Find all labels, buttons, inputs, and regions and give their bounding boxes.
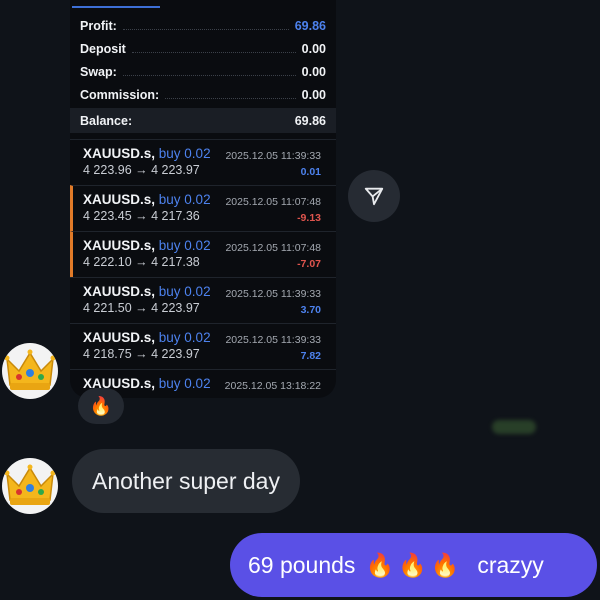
summary-value: 0.00 bbox=[301, 64, 326, 79]
share-button[interactable] bbox=[348, 170, 400, 222]
trade-row: XAUUSD.s, buy 0.02 4 221.50 → 4 223.97 2… bbox=[70, 277, 336, 323]
trade-side: buy 0.02 bbox=[158, 330, 211, 345]
symbol-text: XAUUSD.s, bbox=[83, 192, 156, 207]
symbol-text: XAUUSD.s, bbox=[83, 330, 156, 345]
trade-pnl: -9.13 bbox=[297, 212, 321, 224]
trade-pnl: 3.70 bbox=[300, 304, 321, 316]
trade-row: XAUUSD.s, buy 0.02 4 223.96 → 4 223.97 2… bbox=[70, 139, 336, 185]
symbol-text: XAUUSD.s, bbox=[83, 238, 156, 253]
trade-symbol: XAUUSD.s, buy 0.02 bbox=[83, 330, 211, 345]
trade-symbol: XAUUSD.s, buy 0.02 bbox=[83, 284, 211, 299]
trade-row: XAUUSD.s, buy 0.02 4 223.45 → 4 217.36 2… bbox=[70, 185, 336, 231]
trade-time: 2025.12.05 13:18:22 bbox=[224, 380, 321, 392]
account-summary: Profit: 69.86 Deposit 0.00 Swap: 0.00 Co… bbox=[70, 14, 336, 133]
trade-pnl: 7.82 bbox=[300, 350, 321, 362]
trade-prices: 4 221.50 → 4 223.97 bbox=[83, 301, 200, 315]
trade-side: buy 0.02 bbox=[158, 376, 211, 391]
summary-row-profit: Profit: 69.86 bbox=[70, 14, 336, 37]
avatar[interactable] bbox=[2, 343, 58, 399]
message-text-tail: crazyy bbox=[477, 551, 544, 578]
dotted-leader bbox=[131, 51, 296, 53]
trade-prices: 4 223.45 → 4 217.36 bbox=[83, 209, 200, 223]
outgoing-message-bubble[interactable]: 69 pounds 🔥🔥🔥 crazyy bbox=[230, 533, 597, 597]
trade-side: buy 0.02 bbox=[158, 238, 211, 253]
summary-row-commission: Commission: 0.00 bbox=[70, 83, 336, 106]
summary-label: Deposit bbox=[80, 41, 126, 56]
summary-label: Commission: bbox=[80, 87, 160, 102]
symbol-text: XAUUSD.s, bbox=[83, 146, 156, 161]
trade-prices: 4 218.75 → 4 223.97 bbox=[83, 347, 200, 361]
message-text: Another super day bbox=[92, 467, 280, 494]
trade-time: 2025.12.05 11:07:48 bbox=[225, 196, 321, 208]
summary-value: 69.86 bbox=[294, 18, 326, 33]
trade-report-screenshot[interactable]: Profit: 69.86 Deposit 0.00 Swap: 0.00 Co… bbox=[70, 0, 336, 398]
incoming-message-bubble[interactable]: Another super day bbox=[72, 449, 300, 513]
trade-time: 2025.12.05 11:39:33 bbox=[225, 334, 321, 346]
crown-icon bbox=[4, 349, 56, 390]
trade-row: XAUUSD.s, buy 0.02 4 222.10 → 4 217.38 2… bbox=[70, 231, 336, 277]
trade-symbol: XAUUSD.s, buy 0.02 bbox=[83, 238, 211, 253]
dotted-leader bbox=[165, 97, 296, 99]
trade-time: 2025.12.05 11:39:33 bbox=[225, 288, 321, 300]
summary-row-deposit: Deposit 0.00 bbox=[70, 37, 336, 60]
background-artifact bbox=[492, 420, 536, 434]
trade-side: buy 0.02 bbox=[158, 146, 211, 161]
summary-label: Profit: bbox=[80, 18, 117, 33]
trade-prices: 4 223.96 → 4 223.97 bbox=[83, 163, 200, 177]
summary-row-balance: Balance: 69.86 bbox=[70, 108, 336, 133]
trade-symbol: XAUUSD.s, buy 0.02 bbox=[83, 192, 211, 207]
avatar[interactable] bbox=[2, 458, 58, 514]
trade-side: buy 0.02 bbox=[158, 192, 211, 207]
message-text: 69 pounds bbox=[248, 551, 356, 578]
summary-value: 0.00 bbox=[301, 41, 326, 56]
dotted-leader bbox=[122, 74, 296, 76]
trade-symbol: XAUUSD.s, buy 0.02 bbox=[83, 146, 211, 161]
summary-label: Balance: bbox=[80, 113, 133, 128]
trade-side: buy 0.02 bbox=[158, 284, 211, 299]
fire-icon: 🔥🔥🔥 bbox=[365, 551, 464, 578]
trade-pnl: 0.01 bbox=[300, 166, 321, 178]
summary-value: 69.86 bbox=[294, 113, 326, 128]
fire-reaction[interactable]: 🔥 bbox=[78, 388, 124, 424]
trade-list: XAUUSD.s, buy 0.02 4 223.96 → 4 223.97 2… bbox=[70, 139, 336, 398]
crown-icon bbox=[4, 464, 56, 505]
trade-time: 2025.12.05 11:07:48 bbox=[225, 242, 321, 254]
symbol-text: XAUUSD.s, bbox=[83, 284, 156, 299]
fire-icon: 🔥 bbox=[89, 395, 113, 416]
summary-label: Swap: bbox=[80, 64, 117, 79]
trade-row: XAUUSD.s, buy 0.02 4 218.75 → 4 223.97 2… bbox=[70, 323, 336, 369]
trade-prices: 4 222.10 → 4 217.38 bbox=[83, 255, 200, 269]
trade-pnl: -7.07 bbox=[297, 258, 321, 270]
summary-row-swap: Swap: 0.00 bbox=[70, 60, 336, 83]
dotted-leader bbox=[122, 28, 289, 30]
tab-indicator bbox=[72, 6, 160, 8]
summary-value: 0.00 bbox=[301, 87, 326, 102]
trade-time: 2025.12.05 11:39:33 bbox=[225, 150, 321, 162]
dotted-leader bbox=[138, 123, 289, 125]
share-arrow-icon bbox=[364, 187, 384, 206]
